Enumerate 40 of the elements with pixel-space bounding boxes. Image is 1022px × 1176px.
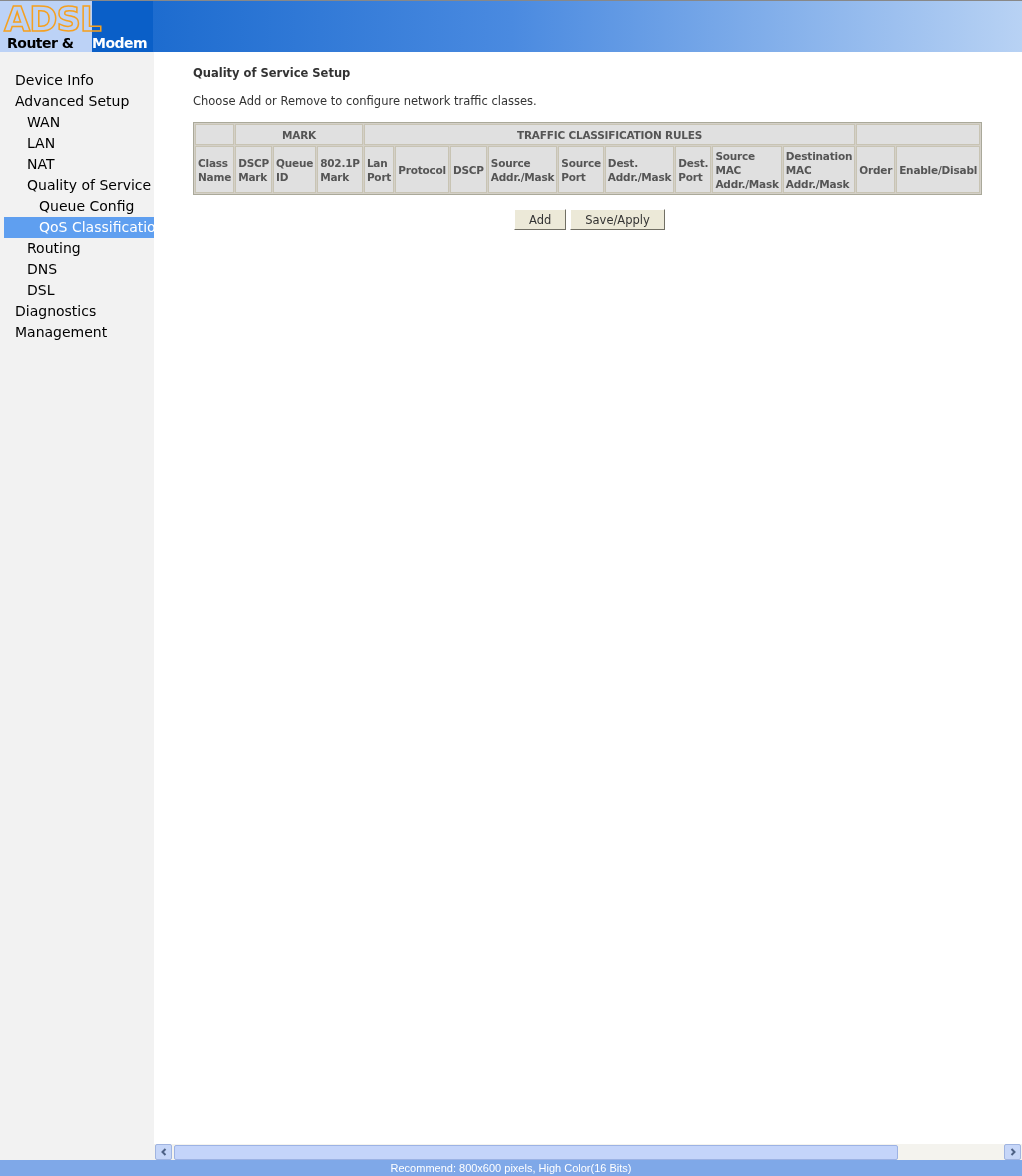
page-title: Quality of Service Setup — [193, 66, 352, 80]
column-header: Source Addr./Mask — [487, 146, 558, 193]
scroll-right-icon[interactable] — [1004, 1144, 1021, 1160]
sidebar-item[interactable]: Queue Config — [0, 196, 154, 217]
column-header: Destination MAC Addr./Mask — [782, 146, 856, 193]
scroll-left-icon[interactable] — [155, 1144, 172, 1160]
sidebar-item[interactable]: WAN — [0, 112, 154, 133]
description: Choose Add or Remove to configure network traffic classes. — [193, 94, 538, 108]
add-button[interactable]: Add — [514, 209, 567, 230]
sidebar-item[interactable]: Diagnostics — [0, 301, 154, 322]
column-header: Dest. Port — [675, 146, 712, 193]
column-header: DSCP Mark — [235, 146, 273, 193]
sidebar-item[interactable]: Management — [0, 322, 154, 343]
column-header: Class Name — [195, 146, 235, 193]
column-header: 802.1P Mark — [317, 146, 363, 193]
sidebar-item[interactable]: Quality of Service — [0, 175, 154, 196]
status-bar: Recommend: 800x600 pixels, High Color(16 Bits) — [0, 1160, 1022, 1176]
save-apply-button[interactable]: Save/Apply — [570, 209, 665, 230]
column-header: DSCP — [449, 146, 487, 193]
column-header: Protocol — [395, 146, 449, 193]
column-header: Source MAC Addr./Mask — [712, 146, 782, 193]
sidebar-item[interactable]: DNS — [0, 259, 154, 280]
logo-text: Router & — [7, 36, 74, 50]
sidebar-item[interactable]: Routing — [0, 238, 154, 259]
column-header: Enable/Disabl — [896, 146, 981, 193]
sidebar-item[interactable]: LAN — [0, 133, 154, 154]
column-header: Dest. Addr./Mask — [604, 146, 675, 193]
sidebar-item[interactable]: Device Info — [0, 70, 154, 91]
sidebar-item[interactable]: DSL — [0, 280, 154, 301]
column-header: Order — [856, 146, 896, 193]
sidebar-item[interactable]: Advanced Setup — [0, 91, 154, 112]
sidebar-item[interactable]: NAT — [0, 154, 154, 175]
horizontal-scrollbar[interactable] — [154, 1144, 1022, 1160]
logo-text: Modem — [92, 36, 148, 50]
column-header: Lan Port — [363, 146, 395, 193]
group-header: TRAFFIC CLASSIFICATION RULES — [363, 124, 856, 145]
scroll-thumb[interactable] — [174, 1144, 898, 1160]
group-header: MARK — [235, 124, 363, 145]
column-header: Source Port — [558, 146, 604, 193]
column-header: Queue ID — [273, 146, 317, 193]
